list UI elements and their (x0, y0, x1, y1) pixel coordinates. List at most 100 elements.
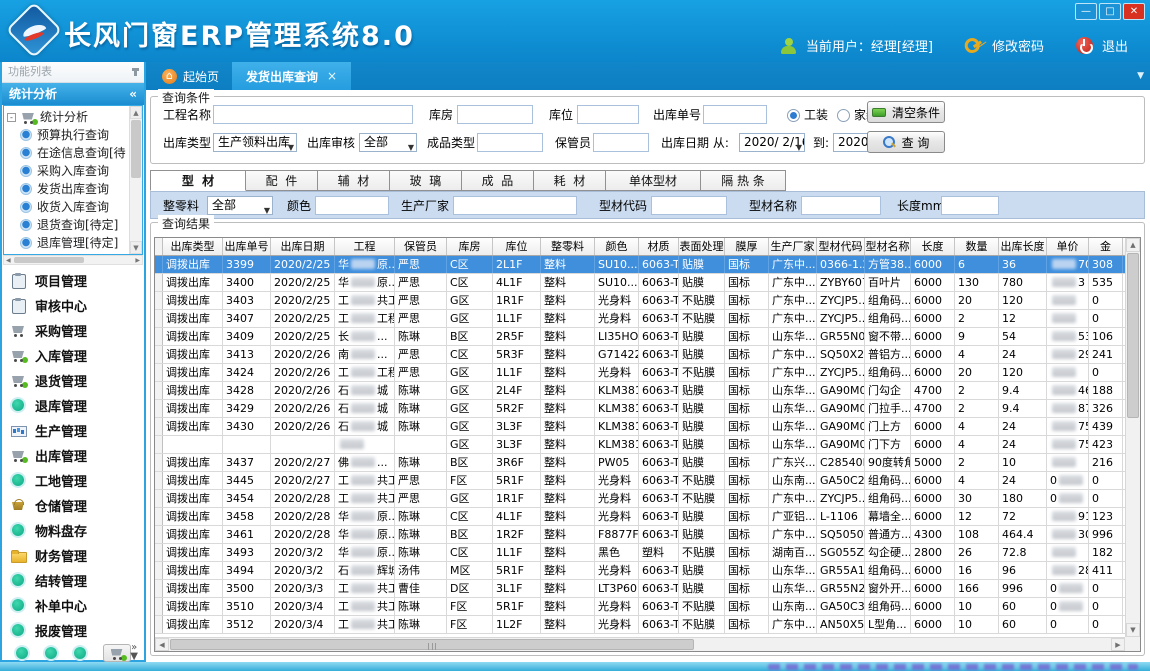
material-tab-5[interactable]: 成 品 (462, 170, 534, 191)
column-header[interactable]: 整零料 (541, 238, 595, 255)
table-row[interactable]: 调拨出库34282020/2/26石城陈琳G区2L4F整料KLM38176063… (155, 382, 1140, 400)
table-vertical-scrollbar[interactable]: ▲ ▼ (1125, 238, 1140, 637)
footer-dot-icon[interactable] (74, 647, 86, 659)
tree-expander-icon[interactable]: - (7, 113, 16, 122)
sidebar-module-dot[interactable]: 物料盘存 (2, 518, 144, 543)
column-header[interactable]: 单价 (1047, 238, 1089, 255)
date-from-picker[interactable]: 2020/ 2/16▼ (739, 133, 805, 152)
table-row[interactable]: 调拨出库35102020/3/4工共工程陈琳F区5R1F整料光身料6063-T5… (155, 598, 1140, 616)
tree-item[interactable]: 发货出库查询 (6, 180, 128, 198)
section-header[interactable]: 统计分析 « (2, 83, 144, 105)
clear-conditions-button[interactable]: 清空条件 (867, 101, 945, 123)
material-tab-6[interactable]: 耗 材 (534, 170, 606, 191)
vscroll-thumb[interactable] (1127, 253, 1139, 418)
profile-code-input[interactable] (651, 196, 727, 215)
column-header[interactable]: 金 (1089, 238, 1123, 255)
sidebar-module-dot[interactable]: 补单中心 (2, 593, 144, 618)
material-tab-3[interactable]: 辅 材 (318, 170, 390, 191)
column-header[interactable]: 出库长度 (999, 238, 1047, 255)
sidebar-module-chart[interactable]: 生产管理 (2, 418, 144, 443)
close-button[interactable]: ✕ (1123, 3, 1145, 20)
table-row[interactable]: 调拨出库34542020/2/28工共工程严思G区1R1F整料光身料6063-T… (155, 490, 1140, 508)
tree-item[interactable]: 采购入库查询 (6, 162, 128, 180)
tab-home[interactable]: ⌂ 起始页 (150, 62, 231, 90)
table-row[interactable]: 调拨出库34132020/2/26南...严思C区5R3F整料G71422606… (155, 346, 1140, 364)
scroll-left-icon[interactable]: ◀ (6, 256, 11, 265)
table-row[interactable]: 调拨出库33992020/2/25华原...严思C区2L1F整料SU10...6… (155, 256, 1140, 274)
table-row[interactable]: 调拨出库34302020/2/26石城陈琳G区3L3F整料KLM38176063… (155, 418, 1140, 436)
more-modules-button[interactable]: »▼ (130, 643, 138, 661)
sidebar-module-dot[interactable]: 结转管理 (2, 568, 144, 593)
keeper-input[interactable] (593, 133, 649, 152)
table-row[interactable]: 调拨出库35122020/3/4工共工程陈琳F区1L2F整料光身料6063-T5… (155, 616, 1140, 634)
material-tab-4[interactable]: 玻 璃 (390, 170, 462, 191)
table-row[interactable]: 调拨出库34292020/2/26石城陈琳G区5R2F整料KLM38176063… (155, 400, 1140, 418)
table-horizontal-scrollbar[interactable]: ◀ ▶ (155, 637, 1125, 651)
color-input[interactable] (315, 196, 389, 215)
sidebar-module-dot[interactable]: 退库管理 (2, 393, 144, 418)
column-header[interactable]: 长度 (911, 238, 955, 255)
scroll-right-icon[interactable]: ▶ (135, 256, 140, 265)
table-row[interactable]: 调拨出库34002020/2/25华原...严思C区4L1F整料SU10...6… (155, 274, 1140, 292)
scroll-left-icon[interactable]: ◀ (155, 638, 169, 651)
search-button[interactable]: 查 询 (867, 131, 945, 153)
sidebar-module-folder[interactable]: 财务管理 (2, 543, 144, 568)
table-row[interactable]: 调拨出库34582020/2/28华原...陈琳C区4L1F整料光身料6063-… (155, 508, 1140, 526)
column-header[interactable]: 材质 (639, 238, 679, 255)
material-tab-2[interactable]: 配 件 (246, 170, 318, 191)
material-tab-1[interactable]: 型 材 (150, 170, 246, 191)
tree-horizontal-scrollbar[interactable]: ◀ ▶ (3, 255, 143, 265)
column-header[interactable]: 保管员 (395, 238, 447, 255)
profile-name-input[interactable] (801, 196, 881, 215)
footer-dot-icon[interactable] (45, 647, 57, 659)
footer-dot-icon[interactable] (16, 647, 28, 659)
tree-vertical-scrollbar[interactable]: ▲ ▼ (129, 106, 142, 254)
sidebar-module-clipboard[interactable]: 项目管理 (2, 268, 144, 293)
warehouse-input[interactable] (457, 105, 533, 124)
order-no-input[interactable] (703, 105, 767, 124)
sidebar-module-cart-green[interactable]: 出库管理 (2, 443, 144, 468)
table-row[interactable]: 调拨出库34032020/2/25工共工程严思G区1R1F整料光身料6063-T… (155, 292, 1140, 310)
pin-icon[interactable] (134, 68, 137, 76)
logout-link[interactable]: 退出 (1102, 36, 1128, 55)
table-row[interactable]: 调拨出库35002020/3/3工共工程曹佳D区3L1F整料LT3P606063… (155, 580, 1140, 598)
product-type-input[interactable] (477, 133, 543, 152)
table-row[interactable]: 调拨出库34242020/2/26工工程严思G区1L1F整料光身料6063-T5… (155, 364, 1140, 382)
sidebar-module-basket[interactable]: 仓储管理 (2, 493, 144, 518)
material-tab-7[interactable]: 单体型材 (606, 170, 701, 191)
table-row[interactable]: 调拨出库34072020/2/25工工程严思G区1L1F整料光身料6063-T5… (155, 310, 1140, 328)
sidebar-module-cart-green[interactable]: 退货管理 (2, 368, 144, 393)
tab-overflow-icon[interactable]: ▼ (1137, 71, 1144, 81)
material-tab-8[interactable]: 隔 热 条 (701, 170, 786, 191)
scroll-up-icon[interactable]: ▲ (1126, 238, 1140, 252)
minimize-button[interactable]: — (1075, 3, 1097, 20)
cart-shortcut-button[interactable] (103, 644, 131, 662)
sidebar-module-clipboard[interactable]: 审核中心 (2, 293, 144, 318)
tree-item[interactable]: 收货入库查询 (6, 198, 128, 216)
scroll-down-icon[interactable]: ▼ (130, 241, 142, 254)
scroll-right-icon[interactable]: ▶ (1111, 638, 1125, 651)
column-header[interactable]: 型材名称 (865, 238, 911, 255)
scroll-up-icon[interactable]: ▲ (130, 106, 142, 119)
column-header[interactable]: 出库类型 (163, 238, 223, 255)
table-row[interactable]: 调拨出库34452020/2/27工共工程严思F区5R1F整料光身料6063-T… (155, 472, 1140, 490)
collapse-icon[interactable]: « (129, 83, 137, 105)
column-header[interactable]: 型材代码 (817, 238, 865, 255)
tree-item[interactable]: 在途信息查询[待 (6, 144, 128, 162)
table-row[interactable]: 调拨出库34932020/3/2华原...陈琳C区1L1F整料黑色塑料不贴膜国标… (155, 544, 1140, 562)
column-header[interactable]: 生产厂家 (769, 238, 817, 255)
sidebar-module-cart[interactable]: 采购管理 (2, 318, 144, 343)
sidebar-module-dot[interactable]: 报废管理 (2, 618, 144, 643)
tab-shipping-outbound-query[interactable]: 发货出库查询 × (232, 62, 351, 90)
tab-close-icon[interactable]: × (327, 69, 337, 83)
audit-select[interactable]: 全部▼ (359, 133, 417, 152)
tree-item[interactable]: 预算执行查询 (6, 126, 128, 144)
tree-vscroll-thumb[interactable] (131, 120, 141, 178)
table-row[interactable]: 调拨出库34942020/3/2石辉城汤伟M区5R1F整料光身料6063-T5贴… (155, 562, 1140, 580)
sidebar-module-dot[interactable]: 工地管理 (2, 468, 144, 493)
column-header[interactable]: 库房 (447, 238, 493, 255)
column-header[interactable]: 库位 (493, 238, 541, 255)
table-row[interactable]: G区3L3F整料KLM38176063-T5贴膜国标山东华...GA90M09.… (155, 436, 1140, 454)
table-row[interactable]: 调拨出库34612020/2/28华原...陈琳B区1R2F整料F8877FT6… (155, 526, 1140, 544)
out-type-select[interactable]: 生产领料出库▼ (213, 133, 297, 152)
